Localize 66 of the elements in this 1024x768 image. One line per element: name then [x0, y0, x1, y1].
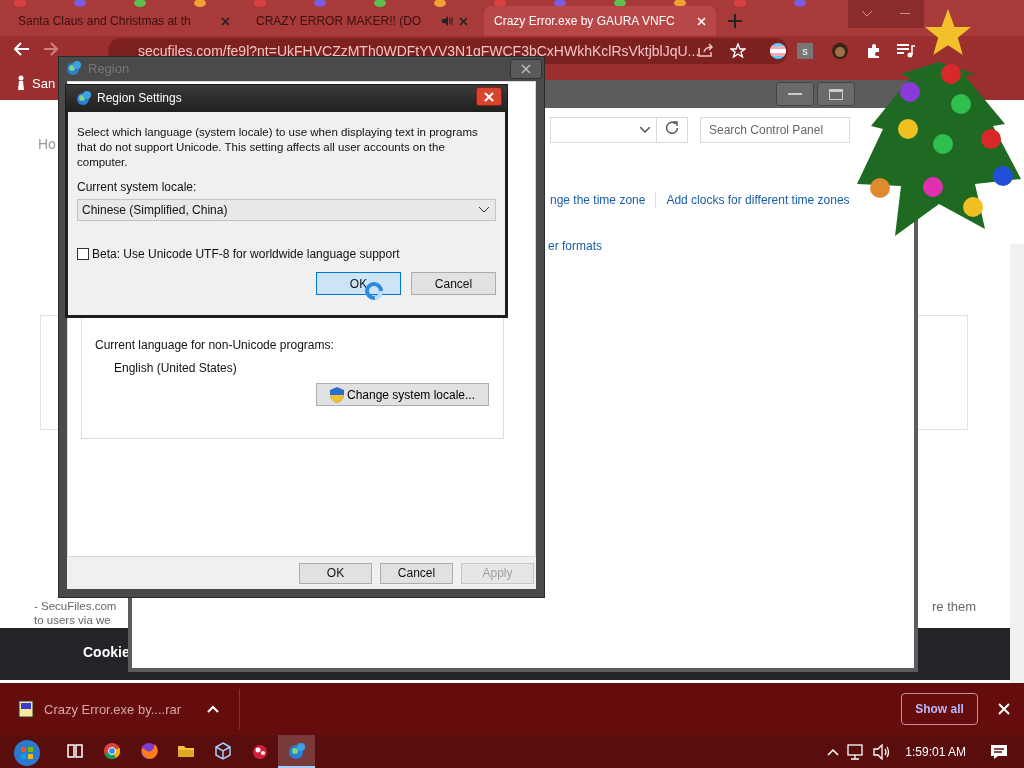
playlist-icon[interactable] — [897, 44, 915, 58]
download-file-name[interactable]: Crazy Error.exe by....rar — [44, 701, 181, 717]
globe-icon — [286, 740, 307, 761]
checkbox[interactable] — [77, 248, 89, 260]
share-icon[interactable] — [698, 43, 714, 57]
puzzle-icon[interactable] — [866, 43, 882, 59]
add-clocks-link[interactable]: Add clocks for different time zones — [666, 193, 850, 207]
locale-label: Current system locale: — [77, 180, 198, 194]
dialog-button[interactable]: OK — [299, 562, 372, 584]
refresh-button[interactable] — [656, 117, 688, 143]
close-button[interactable] — [510, 59, 542, 79]
shield-icon — [329, 386, 344, 403]
maximize-icon — [829, 88, 843, 100]
show-all-button[interactable]: Show all — [901, 693, 978, 725]
cube-icon — [212, 740, 233, 761]
notification-icon[interactable] — [990, 743, 1008, 760]
page-text: re them — [932, 599, 977, 614]
page-text: to users via we — [34, 614, 111, 626]
change-locale-button[interactable]: Change system locale... — [316, 383, 489, 406]
taskbar-button[interactable] — [278, 735, 315, 768]
bookmark-link[interactable]: San — [32, 75, 56, 91]
clock[interactable]: 1:59:01 AM — [905, 744, 966, 759]
breadcrumb-text: Ho — [38, 136, 56, 152]
figure-icon — [16, 75, 26, 91]
network-icon[interactable] — [847, 743, 866, 760]
locale-dropdown[interactable]: Chinese (Simplified, China) — [77, 199, 496, 221]
time-zone-link[interactable]: nge the time zone — [550, 193, 646, 207]
extension-badge[interactable]: s — [797, 43, 813, 59]
language-value: English (United States) — [114, 361, 237, 375]
caret-up-icon[interactable] — [207, 705, 219, 713]
close-button[interactable] — [476, 87, 502, 106]
star-icon[interactable] — [730, 43, 746, 58]
globe-icon — [66, 60, 82, 76]
dialog-button[interactable]: OK — [316, 272, 401, 295]
refresh-icon — [665, 121, 679, 135]
forward-icon[interactable] — [44, 42, 58, 56]
avatar-icon[interactable] — [832, 43, 848, 59]
minimize-icon — [788, 93, 802, 95]
cookie-text: Cookie — [83, 644, 130, 660]
close-icon — [521, 64, 531, 74]
back-icon[interactable] — [14, 42, 30, 56]
search-field[interactable]: Search Control Panel — [700, 117, 850, 143]
chevron-down-icon — [862, 11, 872, 17]
chevron-down-icon — [479, 207, 489, 213]
caret-up-icon[interactable] — [827, 747, 840, 756]
dialog-button[interactable]: Cancel — [380, 562, 453, 584]
globe-icon — [76, 90, 92, 106]
volume-icon[interactable] — [873, 743, 892, 760]
minimize-button[interactable] — [776, 82, 814, 106]
archive-icon[interactable] — [18, 700, 34, 718]
close-icon — [484, 91, 494, 102]
description-text: Select which language (system locale) to use when displaying text in programs that do not support Unicode. This setting affects all user accounts on the computer. — [77, 125, 479, 170]
maximize-button[interactable] — [817, 82, 855, 106]
browser-icon — [101, 740, 122, 761]
minimize-icon — [900, 13, 910, 15]
formats-link[interactable]: er formats — [548, 239, 602, 253]
group-label: Current language for non-Unicode programs: — [95, 338, 334, 352]
fox-browser-icon — [138, 740, 159, 761]
dialog-button[interactable]: Cancel — [411, 272, 496, 295]
checkbox-label[interactable]: Beta: Use Unicode UTF-8 for worldwide language support — [92, 247, 400, 261]
scrollbar[interactable] — [1010, 244, 1024, 683]
chevron-down-icon — [640, 127, 650, 133]
new-tab-icon[interactable] — [728, 14, 742, 28]
page-text: - SecuFiles.com — [34, 600, 117, 612]
dialog-title: Region Settings — [97, 91, 182, 105]
browser-tab[interactable]: Crazy Error.exe by GAURA VNFC — [484, 6, 716, 36]
